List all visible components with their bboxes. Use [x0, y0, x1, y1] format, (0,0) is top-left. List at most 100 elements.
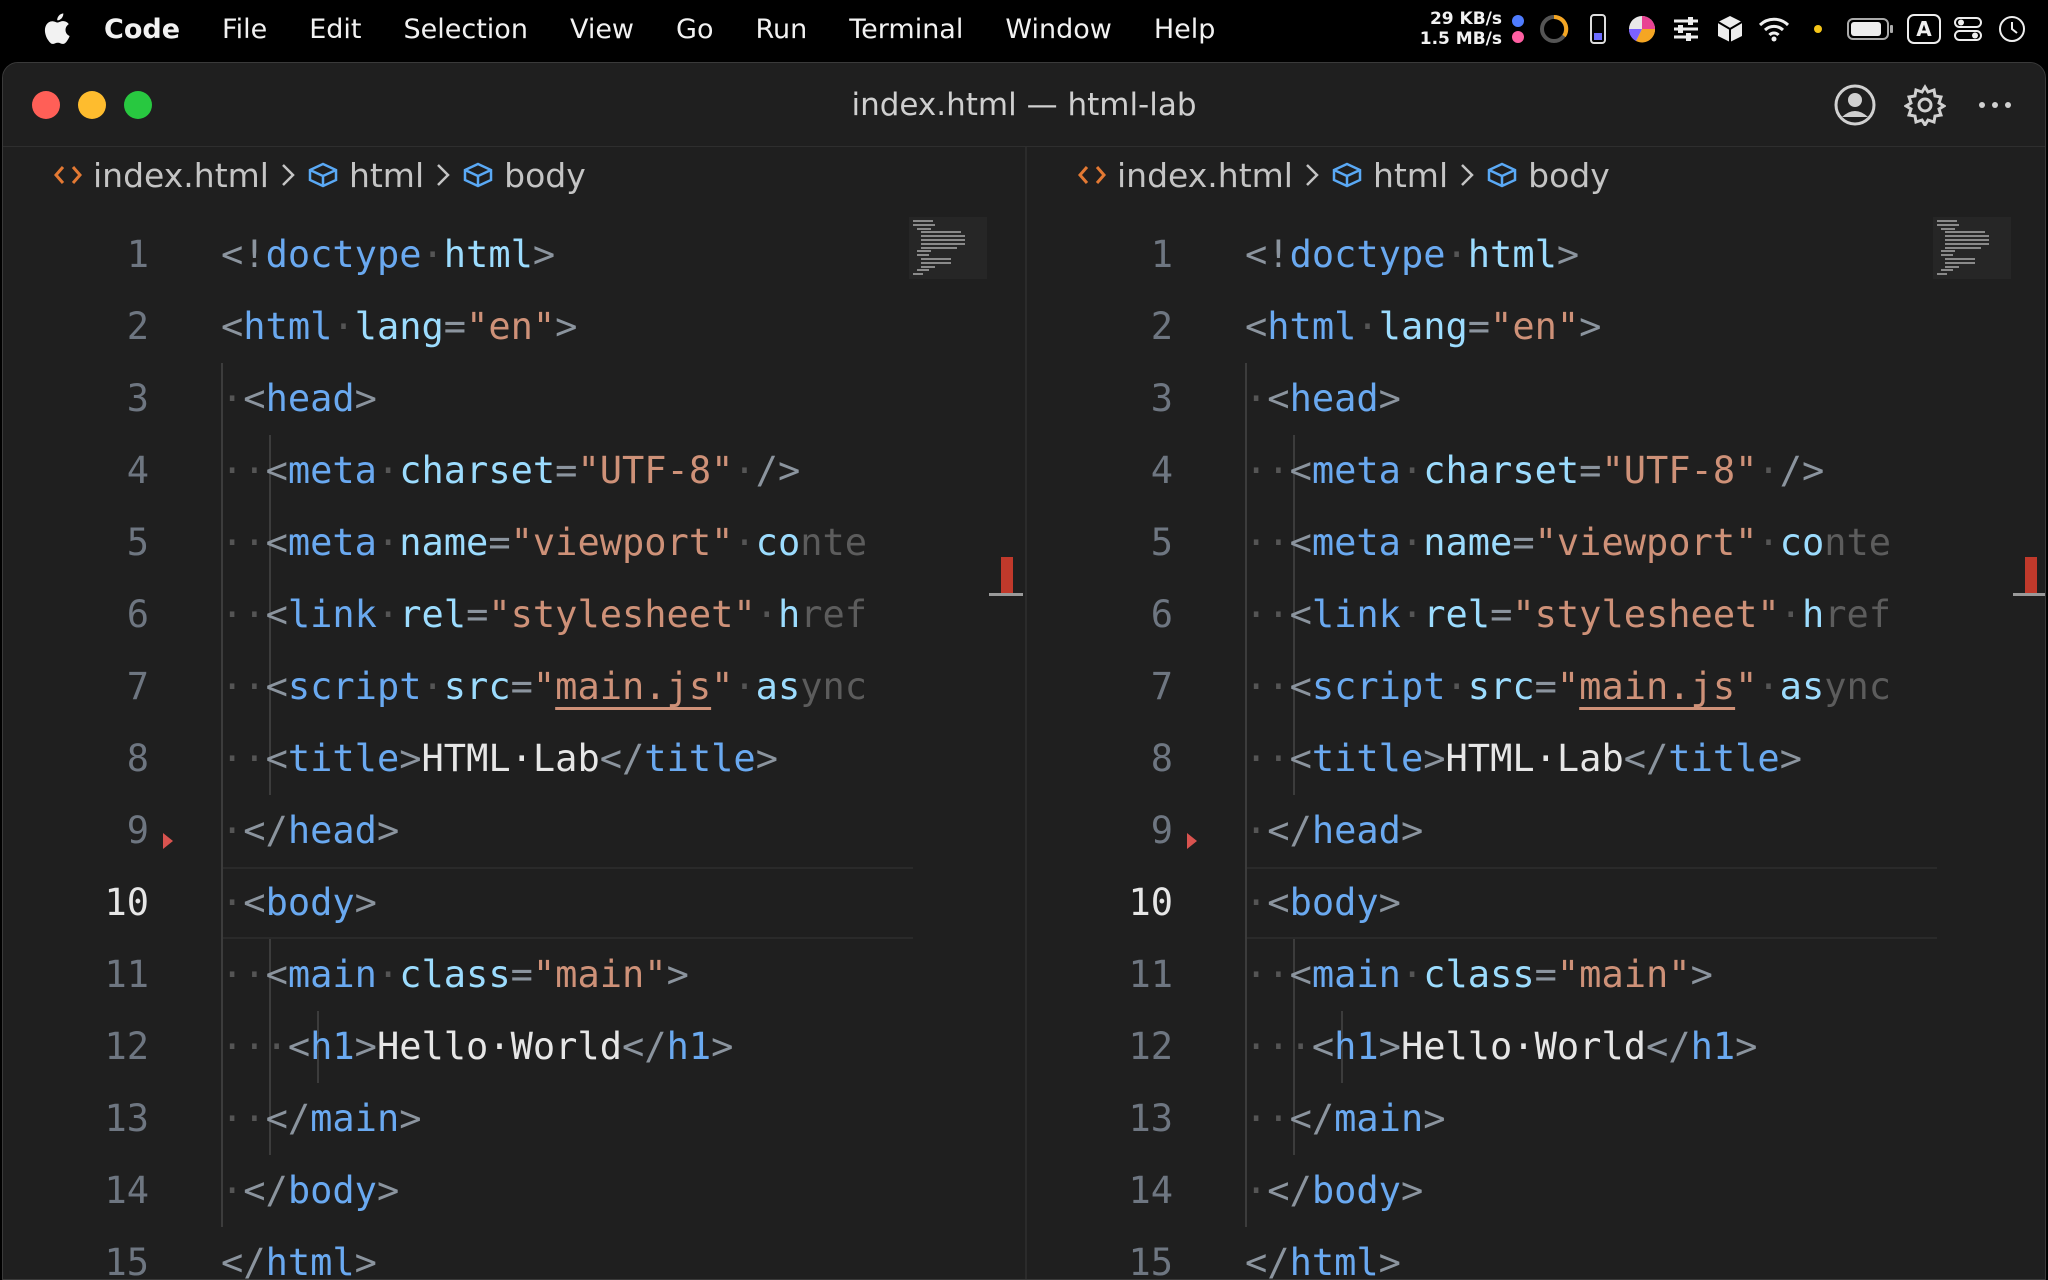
code-line[interactable]: 13 ··</main> — [1027, 1083, 1957, 1155]
menu-file[interactable]: File — [222, 14, 267, 45]
code-line[interactable]: 2 <html·lang="en"> — [1027, 291, 1957, 363]
code-line[interactable]: 4 ··<meta·charset="UTF-8"·/> — [1027, 435, 1957, 507]
cpu-ring-icon[interactable] — [1537, 12, 1571, 46]
line-number[interactable]: 2 — [3, 291, 149, 363]
line-number[interactable]: 6 — [3, 579, 149, 651]
line-number[interactable]: 12 — [3, 1011, 149, 1083]
code-line[interactable]: 8 ··<title>HTML·Lab</title> — [1027, 723, 1957, 795]
code-line[interactable]: 2 <html·lang="en"> — [3, 291, 933, 363]
minimap[interactable] — [1933, 217, 2011, 279]
account-icon[interactable] — [1831, 81, 1879, 129]
code-editor[interactable]: 1 <!doctype·html> 2 <html·lang="en"> 3 ·<head… — [1027, 219, 1957, 1279]
code-line[interactable]: 13 ··</main> — [3, 1083, 933, 1155]
line-number[interactable]: 4 — [1027, 435, 1173, 507]
line-number[interactable]: 4 — [3, 435, 149, 507]
code-line[interactable]: 10 ·<body> — [1027, 867, 1957, 939]
code-line[interactable]: 9 ·</head> — [3, 795, 933, 867]
code-line[interactable]: 4 ··<meta·charset="UTF-8"·/> — [3, 435, 933, 507]
menu-app-code[interactable]: Code — [104, 14, 180, 45]
input-source-icon[interactable]: A — [1907, 12, 1941, 46]
code-line[interactable]: 14 ·</body> — [3, 1155, 933, 1227]
code-line[interactable]: 11 ··<main·class="main"> — [3, 939, 933, 1011]
sliders-icon[interactable] — [1669, 12, 1703, 46]
code-line[interactable]: 5 ··<meta·name="viewport"·conte — [1027, 507, 1957, 579]
menu-selection[interactable]: Selection — [404, 14, 528, 45]
menu-terminal[interactable]: Terminal — [849, 14, 963, 45]
menu-view[interactable]: View — [570, 14, 634, 45]
line-number[interactable]: 14 — [1027, 1155, 1173, 1227]
menu-edit[interactable]: Edit — [309, 14, 361, 45]
gear-icon[interactable] — [1901, 81, 1949, 129]
breadcrumb-html[interactable]: html — [1331, 156, 1448, 195]
line-number[interactable]: 10 — [1027, 867, 1173, 939]
code-editor[interactable]: 1 <!doctype·html> 2 <html·lang="en"> 3 ·<head… — [3, 219, 933, 1279]
line-number[interactable]: 1 — [3, 219, 149, 291]
code-line[interactable]: 7 ··<script·src="main.js"·async — [1027, 651, 1957, 723]
code-token: · — [1356, 305, 1379, 348]
line-number[interactable]: 8 — [1027, 723, 1173, 795]
line-number[interactable]: 15 — [1027, 1227, 1173, 1279]
disk-pie-icon[interactable] — [1625, 12, 1659, 46]
network-speed[interactable]: 29 KB/s 1.5 MB/s — [1420, 9, 1502, 49]
code-line[interactable]: 3 ·<head> — [3, 363, 933, 435]
code-line[interactable]: 3 ·<head> — [1027, 363, 1957, 435]
code-line[interactable]: 12 ···<h1>Hello·World</h1> — [3, 1011, 933, 1083]
wifi-icon[interactable] — [1757, 12, 1791, 46]
line-number[interactable]: 2 — [1027, 291, 1173, 363]
editor-pane-left[interactable]: index.html html body 1 <!doctype·html> 2 <h… — [3, 147, 1023, 1279]
code-token: ·· — [221, 953, 266, 996]
line-number[interactable]: 6 — [1027, 579, 1173, 651]
code-line[interactable]: 9 ·</head> — [1027, 795, 1957, 867]
breadcrumb-body[interactable]: body — [462, 156, 586, 195]
line-number[interactable]: 12 — [1027, 1011, 1173, 1083]
code-line[interactable]: 14 ·</body> — [1027, 1155, 1957, 1227]
line-number[interactable]: 11 — [3, 939, 149, 1011]
minimap-line — [921, 258, 951, 260]
line-number[interactable]: 5 — [3, 507, 149, 579]
apple-menu-icon[interactable] — [36, 9, 76, 49]
line-number[interactable]: 5 — [1027, 507, 1173, 579]
menu-help[interactable]: Help — [1154, 14, 1216, 45]
line-number[interactable]: 13 — [3, 1083, 149, 1155]
line-number[interactable]: 14 — [3, 1155, 149, 1227]
menu-go[interactable]: Go — [676, 14, 713, 45]
line-number[interactable]: 11 — [1027, 939, 1173, 1011]
line-number[interactable]: 1 — [1027, 219, 1173, 291]
battery-icon[interactable] — [1845, 12, 1897, 46]
line-number[interactable]: 3 — [3, 363, 149, 435]
more-actions-icon[interactable] — [1971, 81, 2019, 129]
line-number[interactable]: 7 — [3, 651, 149, 723]
phone-battery-icon[interactable] — [1581, 12, 1615, 46]
breadcrumb-html[interactable]: html — [307, 156, 424, 195]
line-number[interactable]: 10 — [3, 867, 149, 939]
code-line[interactable]: 6 ··<link·rel="stylesheet"·href — [3, 579, 933, 651]
code-line[interactable]: 1 <!doctype·html> — [1027, 219, 1957, 291]
menu-window[interactable]: Window — [1005, 14, 1111, 45]
minimap[interactable] — [909, 217, 987, 279]
line-number[interactable]: 3 — [1027, 363, 1173, 435]
code-line[interactable]: 15 </html> — [3, 1227, 933, 1279]
code-line[interactable]: 1 <!doctype·html> — [3, 219, 933, 291]
code-line[interactable]: 7 ··<script·src="main.js"·async — [3, 651, 933, 723]
clock-icon[interactable] — [1995, 12, 2029, 46]
control-center-icon[interactable] — [1951, 12, 1985, 46]
line-number[interactable]: 13 — [1027, 1083, 1173, 1155]
line-number[interactable]: 15 — [3, 1227, 149, 1279]
breadcrumb-file[interactable]: index.html — [53, 156, 269, 195]
code-line[interactable]: 5 ··<meta·name="viewport"·conte — [3, 507, 933, 579]
code-line[interactable]: 8 ··<title>HTML·Lab</title> — [3, 723, 933, 795]
line-number[interactable]: 9 — [3, 795, 149, 867]
menu-run[interactable]: Run — [755, 14, 807, 45]
code-line[interactable]: 15 </html> — [1027, 1227, 1957, 1279]
code-line[interactable]: 6 ··<link·rel="stylesheet"·href — [1027, 579, 1957, 651]
breadcrumb-file[interactable]: index.html — [1077, 156, 1293, 195]
line-number[interactable]: 7 — [1027, 651, 1173, 723]
line-number[interactable]: 8 — [3, 723, 149, 795]
code-line[interactable]: 12 ···<h1>Hello·World</h1> — [1027, 1011, 1957, 1083]
code-line[interactable]: 11 ··<main·class="main"> — [1027, 939, 1957, 1011]
breadcrumb-body[interactable]: body — [1486, 156, 1610, 195]
editor-pane-right[interactable]: index.html html body 1 <!doctype·html> 2 <h… — [1025, 147, 2045, 1279]
line-number[interactable]: 9 — [1027, 795, 1173, 867]
box-icon[interactable] — [1713, 12, 1747, 46]
code-line[interactable]: 10 ·<body> — [3, 867, 933, 939]
